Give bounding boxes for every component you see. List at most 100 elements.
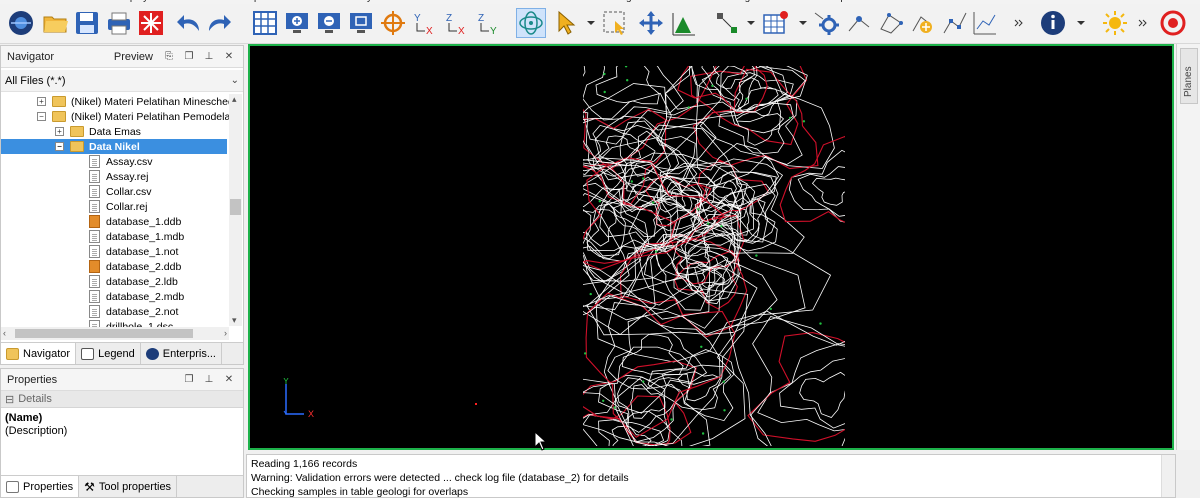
overflow-chevron-icon[interactable] bbox=[1136, 8, 1150, 38]
contour-line bbox=[737, 77, 779, 113]
undo-icon[interactable] bbox=[174, 8, 204, 38]
tree-vertical-scrollbar[interactable]: ▴ ▾ bbox=[229, 94, 242, 326]
sun-lighting-icon[interactable] bbox=[1100, 8, 1130, 38]
select-pointer-icon[interactable] bbox=[552, 8, 582, 38]
line-tool-icon[interactable] bbox=[712, 8, 742, 38]
pin-icon[interactable]: ⊥ bbox=[201, 372, 217, 388]
expand-icon[interactable]: + bbox=[37, 97, 46, 106]
grid-icon[interactable] bbox=[250, 8, 280, 38]
preview-label[interactable]: Preview bbox=[114, 51, 153, 63]
select-box-icon[interactable] bbox=[600, 8, 630, 38]
tree-file-item[interactable]: database_2.ddb bbox=[1, 259, 181, 274]
open-folder-icon[interactable] bbox=[40, 8, 70, 38]
tree-item-label: Collar.csv bbox=[106, 185, 152, 198]
dropdown-arrow-icon[interactable] bbox=[584, 8, 598, 38]
float-window-icon[interactable]: ❐ bbox=[181, 372, 197, 388]
tree-folder-item[interactable]: − (Nikel) Materi Pelatihan Pemodelan bbox=[1, 109, 229, 124]
vertical-scroll-thumb[interactable] bbox=[230, 199, 241, 215]
tab-tool-properties-label: Tool properties bbox=[98, 480, 172, 493]
grid-table-icon[interactable] bbox=[760, 8, 790, 38]
sample-point bbox=[701, 432, 705, 435]
tree-item-label: database_2.ddb bbox=[106, 260, 182, 273]
float-window-icon[interactable]: ❐ bbox=[181, 49, 197, 65]
line-segments-icon[interactable] bbox=[940, 8, 970, 38]
tree-file-item[interactable]: database_2.not bbox=[1, 304, 178, 319]
tree-folder-item[interactable]: − Data Nikel bbox=[1, 139, 227, 154]
view-zy-icon[interactable]: ZY bbox=[474, 8, 504, 38]
tree-file-item[interactable]: database_1.mdb bbox=[1, 229, 184, 244]
polygon-tool-icon[interactable] bbox=[876, 8, 906, 38]
dropdown-arrow-icon[interactable] bbox=[1074, 8, 1088, 38]
close-icon[interactable]: ✕ bbox=[221, 372, 237, 388]
view-yx-icon[interactable]: YX bbox=[410, 8, 440, 38]
close-icon[interactable]: ✕ bbox=[221, 49, 237, 65]
tree-folder-item[interactable]: + (Nikel) Materi Pelatihan Mineschedu bbox=[1, 94, 229, 109]
scroll-up-icon[interactable]: ▴ bbox=[232, 94, 237, 105]
tree-file-item[interactable]: Collar.csv bbox=[1, 184, 152, 199]
print-icon[interactable] bbox=[104, 8, 134, 38]
dropdown-arrow-icon[interactable] bbox=[796, 8, 810, 38]
tree-file-item[interactable]: Assay.rej bbox=[1, 169, 148, 184]
folder-icon bbox=[52, 111, 66, 122]
sample-point bbox=[584, 352, 587, 355]
preview-toggle-icon[interactable]: ⎘ bbox=[161, 49, 177, 65]
point-tool-icon[interactable] bbox=[844, 8, 874, 38]
tree-item-label: Assay.rej bbox=[106, 170, 149, 183]
contour-line bbox=[595, 66, 660, 105]
contour-line bbox=[621, 333, 684, 375]
plane-triangle-icon[interactable] bbox=[668, 8, 698, 38]
insert-point-icon[interactable] bbox=[908, 8, 938, 38]
sample-point bbox=[687, 106, 690, 109]
redo-icon[interactable] bbox=[204, 8, 234, 38]
contour-line bbox=[811, 177, 845, 206]
tree-file-item[interactable]: database_1.ddb bbox=[1, 214, 181, 229]
tab-navigator[interactable]: Navigator bbox=[1, 343, 77, 364]
overflow-chevron-icon[interactable] bbox=[1012, 8, 1026, 38]
tab-properties[interactable]: Properties bbox=[1, 476, 80, 497]
gear-icon[interactable] bbox=[812, 8, 842, 38]
zoom-in-icon[interactable] bbox=[282, 8, 312, 38]
database-file-icon bbox=[89, 260, 100, 273]
collapse-icon[interactable]: ⊟ bbox=[5, 393, 14, 406]
tree-file-item[interactable]: database_2.ldb bbox=[1, 274, 178, 289]
save-icon[interactable] bbox=[72, 8, 102, 38]
tree-folder-item[interactable]: + Data Emas bbox=[1, 124, 141, 139]
sample-point bbox=[723, 409, 726, 412]
tree-horizontal-scrollbar[interactable]: ‹ › bbox=[1, 327, 229, 340]
dropdown-arrow-icon[interactable] bbox=[744, 8, 758, 38]
tree-file-item[interactable]: database_1.not bbox=[1, 244, 178, 259]
tree-file-item[interactable]: Collar.rej bbox=[1, 199, 147, 214]
info-icon[interactable] bbox=[1038, 8, 1068, 38]
tree-file-item[interactable]: Assay.csv bbox=[1, 154, 152, 169]
tab-legend[interactable]: Legend bbox=[76, 343, 141, 364]
graphics-viewport[interactable]: Y X bbox=[248, 44, 1174, 450]
properties-tabs: Properties ⚒ Tool properties bbox=[1, 475, 243, 497]
bursting-icon[interactable] bbox=[136, 8, 166, 38]
log-scrollbar[interactable] bbox=[1161, 455, 1175, 497]
tab-tool-properties[interactable]: ⚒ Tool properties bbox=[79, 476, 178, 497]
tab-enterprise-label: Enterpris... bbox=[162, 347, 216, 360]
tab-enterprise[interactable]: Enterpris... bbox=[141, 343, 222, 364]
zoom-out-icon[interactable] bbox=[314, 8, 344, 38]
horizontal-scroll-thumb[interactable] bbox=[15, 329, 193, 338]
scroll-left-icon[interactable]: ‹ bbox=[3, 328, 6, 338]
scroll-right-icon[interactable]: › bbox=[224, 328, 227, 338]
target-icon[interactable] bbox=[378, 8, 408, 38]
details-section-header[interactable]: ⊟ Details bbox=[1, 391, 243, 408]
tree-file-item[interactable]: database_2.mdb bbox=[1, 289, 184, 304]
collapse-icon[interactable]: − bbox=[55, 142, 64, 151]
pin-icon[interactable]: ⊥ bbox=[201, 49, 217, 65]
collapse-icon[interactable]: − bbox=[37, 112, 46, 121]
planes-tab[interactable]: Planes bbox=[1180, 48, 1198, 104]
target-circle-icon[interactable] bbox=[1158, 8, 1188, 38]
view-zx-icon[interactable]: ZX bbox=[442, 8, 472, 38]
zoom-extents-icon[interactable] bbox=[346, 8, 376, 38]
file-icon bbox=[89, 185, 100, 198]
expand-icon[interactable]: + bbox=[55, 127, 64, 136]
file-filter-select[interactable]: All Files (*.*) ⌄ bbox=[1, 70, 243, 92]
polyline-icon[interactable] bbox=[970, 8, 1000, 38]
app-logo-icon[interactable] bbox=[6, 8, 36, 38]
rotate-view-icon[interactable] bbox=[516, 8, 546, 38]
pan-icon[interactable] bbox=[636, 8, 666, 38]
scroll-down-icon[interactable]: ▾ bbox=[232, 315, 237, 326]
